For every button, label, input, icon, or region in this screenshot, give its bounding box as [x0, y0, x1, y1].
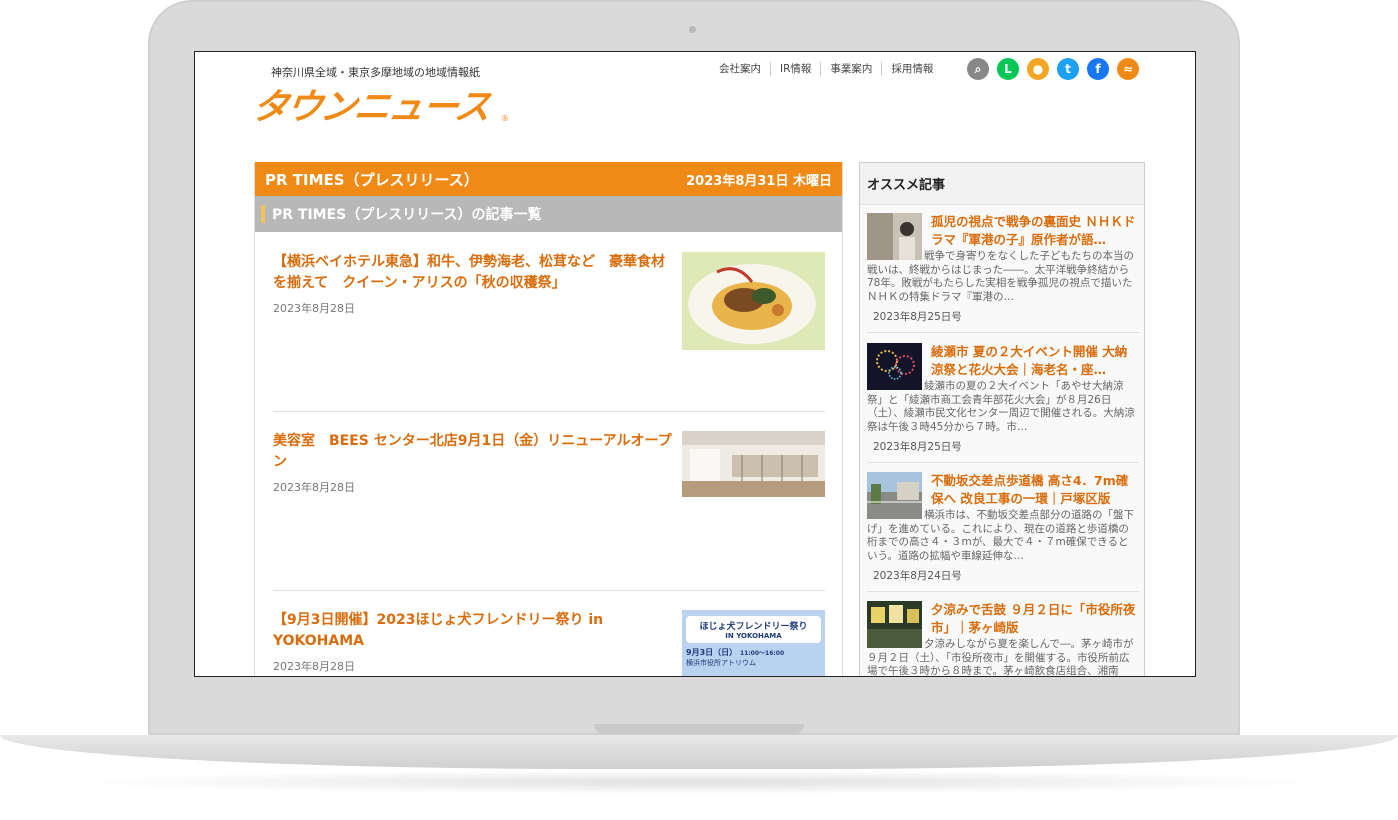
recommended-card[interactable]: 不動坂交差点歩道橋 高さ4．7m確保へ 改良工事の一環｜戸塚区版 横浜市は、不動…	[867, 472, 1139, 600]
article-thumbnail-poster[interactable]: ほじょ犬フレンドリー祭り IN YOKOHAMA 9月3日（日） 11:00〜1…	[682, 610, 825, 676]
main-header: PR TIMES（プレスリリース） 2023年8月31日 木曜日	[255, 162, 842, 196]
nav-company[interactable]: 会社案内	[719, 62, 771, 76]
card-excerpt: 横浜市は、不動坂交差点部分の道路の「盤下げ」を進めている。これにより、現在の道路…	[867, 509, 1134, 562]
recommended-sidebar: オススメ記事 孤児の視点で戦争の裏面史 ＮＨＫドラマ『軍港の子』原作者が語… 戦…	[859, 162, 1145, 677]
card-excerpt: 戦争で身寄りをなくした子どもたちの本当の戦いは、終戦からはじまった――。太平洋戦…	[867, 250, 1134, 303]
laptop-base	[0, 735, 1398, 769]
card-divider	[867, 462, 1139, 463]
recommended-card[interactable]: 綾瀬市 夏の２大イベント開催 大納涼祭と花火大会｜海老名・座… 綾瀬市の夏の２大…	[867, 343, 1139, 471]
screen: 神奈川県全域・東京多摩地域の地域情報紙 タウンニュース ® 会社案内 IR情報 …	[194, 51, 1196, 677]
card-date: 2023年8月24日号	[873, 570, 962, 582]
site-logo[interactable]: タウンニュース	[249, 78, 493, 130]
card-date: 2023年8月25日号	[873, 441, 962, 453]
main-column: PR TIMES（プレスリリース） 2023年8月31日 木曜日 PR TIME…	[254, 162, 843, 676]
twitter-icon[interactable]: t	[1057, 58, 1079, 80]
article-item[interactable]: 美容室 BEES センター北店9月1日（金）リニューアルオープン 2023年8月…	[273, 431, 825, 611]
article-title[interactable]: 美容室 BEES センター北店9月1日（金）リニューアルオープン	[273, 431, 673, 473]
sidebar-title: オススメ記事	[860, 163, 1144, 205]
article-thumbnail-salon[interactable]	[682, 431, 825, 497]
card-title[interactable]: 夕涼みで舌鼓 ９月２日に「市役所夜市」｜茅ヶ崎版	[931, 601, 1139, 637]
nav-ir[interactable]: IR情報	[771, 62, 822, 76]
page-title: PR TIMES（プレスリリース）	[265, 170, 479, 189]
section-title: PR TIMES（プレスリリース）の記事一覧	[272, 207, 542, 223]
section-accent-bar	[261, 205, 265, 223]
card-date: 2023年8月25日号	[873, 311, 962, 323]
article-thumbnail-food[interactable]	[682, 252, 825, 350]
facebook-icon[interactable]: f	[1087, 58, 1109, 80]
article-date: 2023年8月28日	[273, 660, 355, 673]
poster-subtitle: IN YOKOHAMA	[725, 632, 782, 640]
article-divider	[273, 590, 825, 591]
card-divider	[867, 332, 1139, 333]
line-icon[interactable]: L	[997, 58, 1019, 80]
recommended-card[interactable]: 孤児の視点で戦争の裏面史 ＮＨＫドラマ『軍港の子』原作者が語… 戦争で身寄りをな…	[867, 213, 1139, 341]
laptop-shadow	[60, 770, 1338, 794]
laptop-notch	[594, 724, 804, 734]
article-item[interactable]: 【9月3日開催】2023ほじょ犬フレンドリー祭り in YOKOHAMA 202…	[273, 610, 825, 676]
poster-day: 9月3日（日）	[686, 648, 738, 657]
rss-icon[interactable]: ≈	[1117, 58, 1139, 80]
camera-dot	[689, 26, 696, 33]
search-icon[interactable]: ⌕	[967, 58, 989, 80]
card-title[interactable]: 孤児の視点で戦争の裏面史 ＮＨＫドラマ『軍港の子』原作者が語…	[931, 213, 1139, 249]
logo-registered-mark: ®	[501, 114, 509, 123]
card-title[interactable]: 綾瀬市 夏の２大イベント開催 大納涼祭と花火大会｜海老名・座…	[931, 343, 1139, 379]
article-title[interactable]: 【横浜ベイホテル東急】和牛、伊勢海老、松茸など 豪華食材を揃えて クイーン・アリ…	[273, 252, 673, 294]
chat-icon[interactable]: ●	[1027, 58, 1049, 80]
card-divider	[867, 591, 1139, 592]
article-date: 2023年8月28日	[273, 481, 355, 494]
top-nav: 会社案内 IR情報 事業案内 採用情報	[719, 62, 942, 76]
article-item[interactable]: 【横浜ベイホテル東急】和牛、伊勢海老、松茸など 豪華食材を揃えて クイーン・アリ…	[273, 252, 825, 432]
card-excerpt: 綾瀬市の夏の２大イベント「あやせ大納涼祭」と「綾瀬市商工会青年部花火大会」が８月…	[867, 380, 1135, 433]
card-excerpt: 夕涼みしながら夏を楽しんで―。茅ヶ崎市が９月２日（土）、「市役所夜市」を開催する…	[867, 638, 1134, 677]
page-date: 2023年8月31日 木曜日	[686, 173, 832, 189]
nav-recruit[interactable]: 採用情報	[882, 62, 942, 76]
article-divider	[273, 411, 825, 412]
poster-time: 11:00〜16:00	[739, 650, 785, 657]
recommended-card[interactable]: 夕涼みで舌鼓 ９月２日に「市役所夜市」｜茅ヶ崎版 夕涼みしながら夏を楽しんで―。…	[867, 601, 1139, 677]
nav-business[interactable]: 事業案内	[821, 62, 883, 76]
article-date: 2023年8月28日	[273, 302, 355, 315]
card-title[interactable]: 不動坂交差点歩道橋 高さ4．7m確保へ 改良工事の一環｜戸塚区版	[931, 472, 1139, 508]
poster-place: 横浜市役所アトリウム	[686, 659, 756, 667]
poster-title: ほじょ犬フレンドリー祭り	[699, 622, 808, 632]
section-header: PR TIMES（プレスリリース）の記事一覧	[255, 196, 842, 232]
social-links: ⌕ L ● t f ≈	[967, 58, 1139, 80]
article-title[interactable]: 【9月3日開催】2023ほじょ犬フレンドリー祭り in YOKOHAMA	[273, 610, 673, 652]
